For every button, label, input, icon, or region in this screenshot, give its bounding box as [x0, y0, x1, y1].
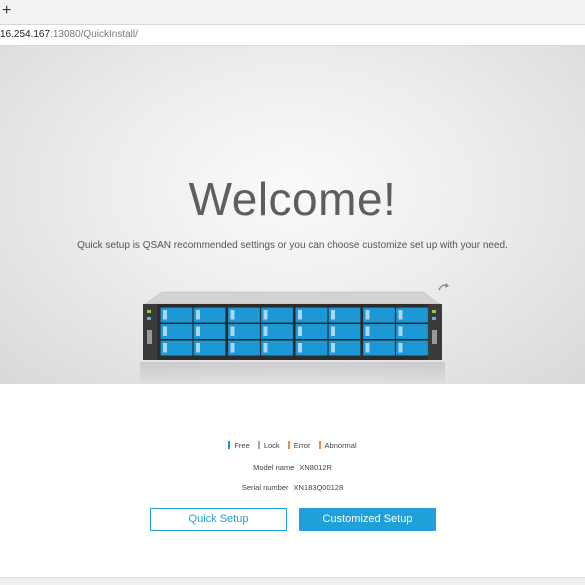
welcome-title: Welcome! — [188, 173, 397, 225]
drive-bay-latch — [230, 343, 235, 353]
legend-item-free: Free — [228, 441, 250, 450]
storage-server-image — [143, 291, 442, 360]
drive-bay-latch — [331, 310, 335, 320]
drive-bay-latch — [298, 310, 302, 320]
drive-bay-latch — [331, 343, 335, 353]
legend-item-abnormal: Abnormal — [318, 441, 357, 450]
drive-bay-latch — [263, 310, 268, 320]
serial-number-row: Serial number XN183Q00128 — [0, 483, 585, 492]
drive-bay-latch — [230, 326, 235, 336]
customized-setup-button[interactable]: Customized Setup — [299, 508, 436, 531]
drive-status-legend: Free Lock Error Abnormal — [0, 441, 585, 450]
drive-bay-latch — [263, 326, 268, 336]
drive-bay-latch — [230, 310, 235, 320]
drive-bay-latch — [398, 343, 403, 353]
model-name-value: XN8012R — [299, 463, 332, 472]
drive-bay-latch — [298, 343, 302, 353]
drive-bay-latch — [163, 343, 167, 353]
drive-bay-latch — [196, 326, 200, 336]
legend-swatch-error — [287, 441, 290, 449]
legend-swatch-free — [228, 441, 231, 449]
drive-bay-latch — [398, 326, 403, 336]
serial-number-value: XN183Q00128 — [293, 483, 344, 492]
drive-bay-latch — [196, 343, 200, 353]
drive-bay-latch — [298, 326, 302, 336]
legend-item-error: Error — [287, 441, 310, 450]
drive-bay-latch — [331, 326, 335, 336]
url-path: :13080/QuickInstall/ — [50, 29, 138, 40]
server-reflection — [140, 362, 445, 386]
browser-bottom-edge — [0, 577, 585, 585]
drive-bay-latch — [163, 326, 167, 336]
drive-bay-latch — [365, 326, 370, 336]
welcome-subtitle: Quick setup is QSAN recommended settings… — [77, 240, 508, 251]
legend-swatch-lock — [257, 441, 260, 449]
new-tab-button[interactable]: + — [2, 3, 11, 19]
legend-item-lock: Lock — [257, 441, 280, 450]
drive-bay-latch — [398, 310, 403, 320]
quick-setup-button[interactable]: Quick Setup — [150, 508, 287, 531]
model-name-label: Model name — [253, 463, 295, 472]
drive-bay-latch — [163, 310, 167, 320]
drive-bay-latch — [196, 310, 200, 320]
drive-bay-latch — [263, 343, 268, 353]
browser-tab-strip: + — [0, 0, 585, 24]
url-host: 16.254.167 — [0, 29, 51, 40]
model-name-row: Model name XN8012R — [0, 463, 585, 472]
url-text[interactable]: 16.254.167:13080/QuickInstall/ — [0, 29, 138, 40]
drive-bay-latch — [365, 310, 370, 320]
legend-swatch-abnormal — [318, 441, 321, 449]
serial-number-label: Serial number — [241, 483, 289, 492]
drive-bay-latch — [365, 343, 370, 353]
address-bar[interactable]: 16.254.167:13080/QuickInstall/ — [0, 24, 585, 46]
